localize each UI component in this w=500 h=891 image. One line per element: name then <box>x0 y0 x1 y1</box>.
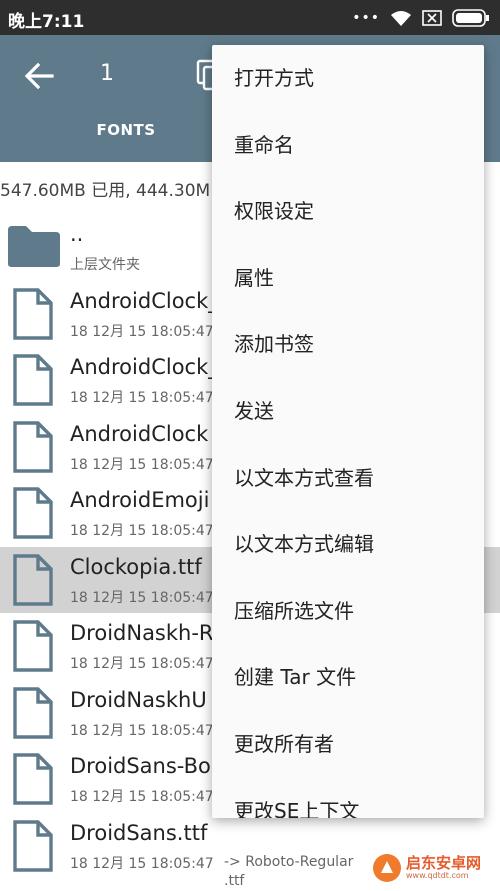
menu-item[interactable]: 创建 Tar 文件 <box>212 644 484 711</box>
watermark-name: 启东安卓网 <box>406 853 482 872</box>
status-icons: ••• <box>352 6 490 30</box>
file-name: DroidNaskhU <box>70 687 207 712</box>
menu-item[interactable]: 以文本方式编辑 <box>212 511 484 578</box>
menu-item[interactable]: 重命名 <box>212 112 484 179</box>
file-icon <box>12 619 54 673</box>
watermark-logo-icon <box>373 854 401 882</box>
menu-item[interactable]: 权限设定 <box>212 178 484 245</box>
menu-item[interactable]: 以文本方式查看 <box>212 445 484 512</box>
file-icon <box>12 486 54 540</box>
file-icon <box>12 420 54 474</box>
file-name: AndroidClock <box>70 421 209 446</box>
file-icon <box>12 287 54 341</box>
menu-item[interactable]: 更改所有者 <box>212 711 484 778</box>
file-icon <box>12 553 54 607</box>
file-date: 18 12月 15 18:05:47 <box>70 523 214 539</box>
menu-item[interactable]: 添加书签 <box>212 311 484 378</box>
tab-fonts[interactable]: FONTS <box>76 121 176 139</box>
file-date: 18 12月 15 18:05:47 <box>70 390 214 406</box>
menu-item[interactable]: 打开方式 <box>212 45 484 112</box>
file-date: 18 12月 15 18:05:47 <box>70 656 214 672</box>
status-bar: 晚上7:11 ••• <box>0 0 500 35</box>
file-icon <box>12 819 54 873</box>
file-name: DroidNaskh-R <box>70 621 214 645</box>
menu-item[interactable]: 发送 <box>212 378 484 445</box>
file-name: DroidSans-Bo <box>70 754 211 778</box>
more-dots-icon: ••• <box>352 10 380 26</box>
menu-item[interactable]: 属性 <box>212 245 484 312</box>
file-icon <box>12 752 54 806</box>
file-name: DroidSans.ttf <box>70 820 208 845</box>
file-icon <box>12 686 54 740</box>
sim-empty-icon <box>422 10 442 26</box>
file-date: 18 12月 15 18:05:47 <box>70 789 214 805</box>
file-date: 18 12月 15 18:05:47 <box>70 323 214 340</box>
back-arrow-icon[interactable] <box>22 59 56 93</box>
file-name: AndroidEmoji <box>70 488 210 512</box>
file-name: AndroidClock_ <box>70 288 219 313</box>
file-date: 18 12月 15 18:05:47 <box>70 855 214 872</box>
context-menu: 打开方式 重命名 权限设定 属性 添加书签 发送 以文本方式查看 以文本方式编辑 压缩所选文件创… <box>212 45 484 818</box>
selected-count: 1 <box>100 61 114 86</box>
file-name: AndroidClock_ <box>70 355 219 379</box>
file-date: 18 12月 15 18:05:47 <box>70 722 214 739</box>
storage-info: 547.60MB 已用, 444.30M <box>0 181 211 201</box>
symlink-target: -> Roboto-Regular .ttf <box>224 853 354 889</box>
file-date: 18 12月 15 18:05:47 <box>70 589 214 606</box>
battery-icon <box>452 9 489 27</box>
parent-folder-label: 上层文件夹 <box>70 257 140 273</box>
status-time: 晚上7:11 <box>8 12 85 32</box>
wifi-icon <box>391 11 411 26</box>
file-date: 18 12月 15 18:05:47 <box>70 456 214 473</box>
watermark: 启东安卓网 www.qdtdt.com <box>372 852 481 884</box>
menu-item[interactable]: 压缩所选文件 <box>212 578 484 645</box>
watermark-url: www.qdtdt.com <box>406 870 469 880</box>
menu-item[interactable]: 更改SE上下文 <box>212 778 484 818</box>
file-name: Clockopia.ttf <box>70 554 202 579</box>
file-icon <box>12 353 54 407</box>
file-name: .. <box>70 222 84 246</box>
folder-icon <box>6 224 62 268</box>
